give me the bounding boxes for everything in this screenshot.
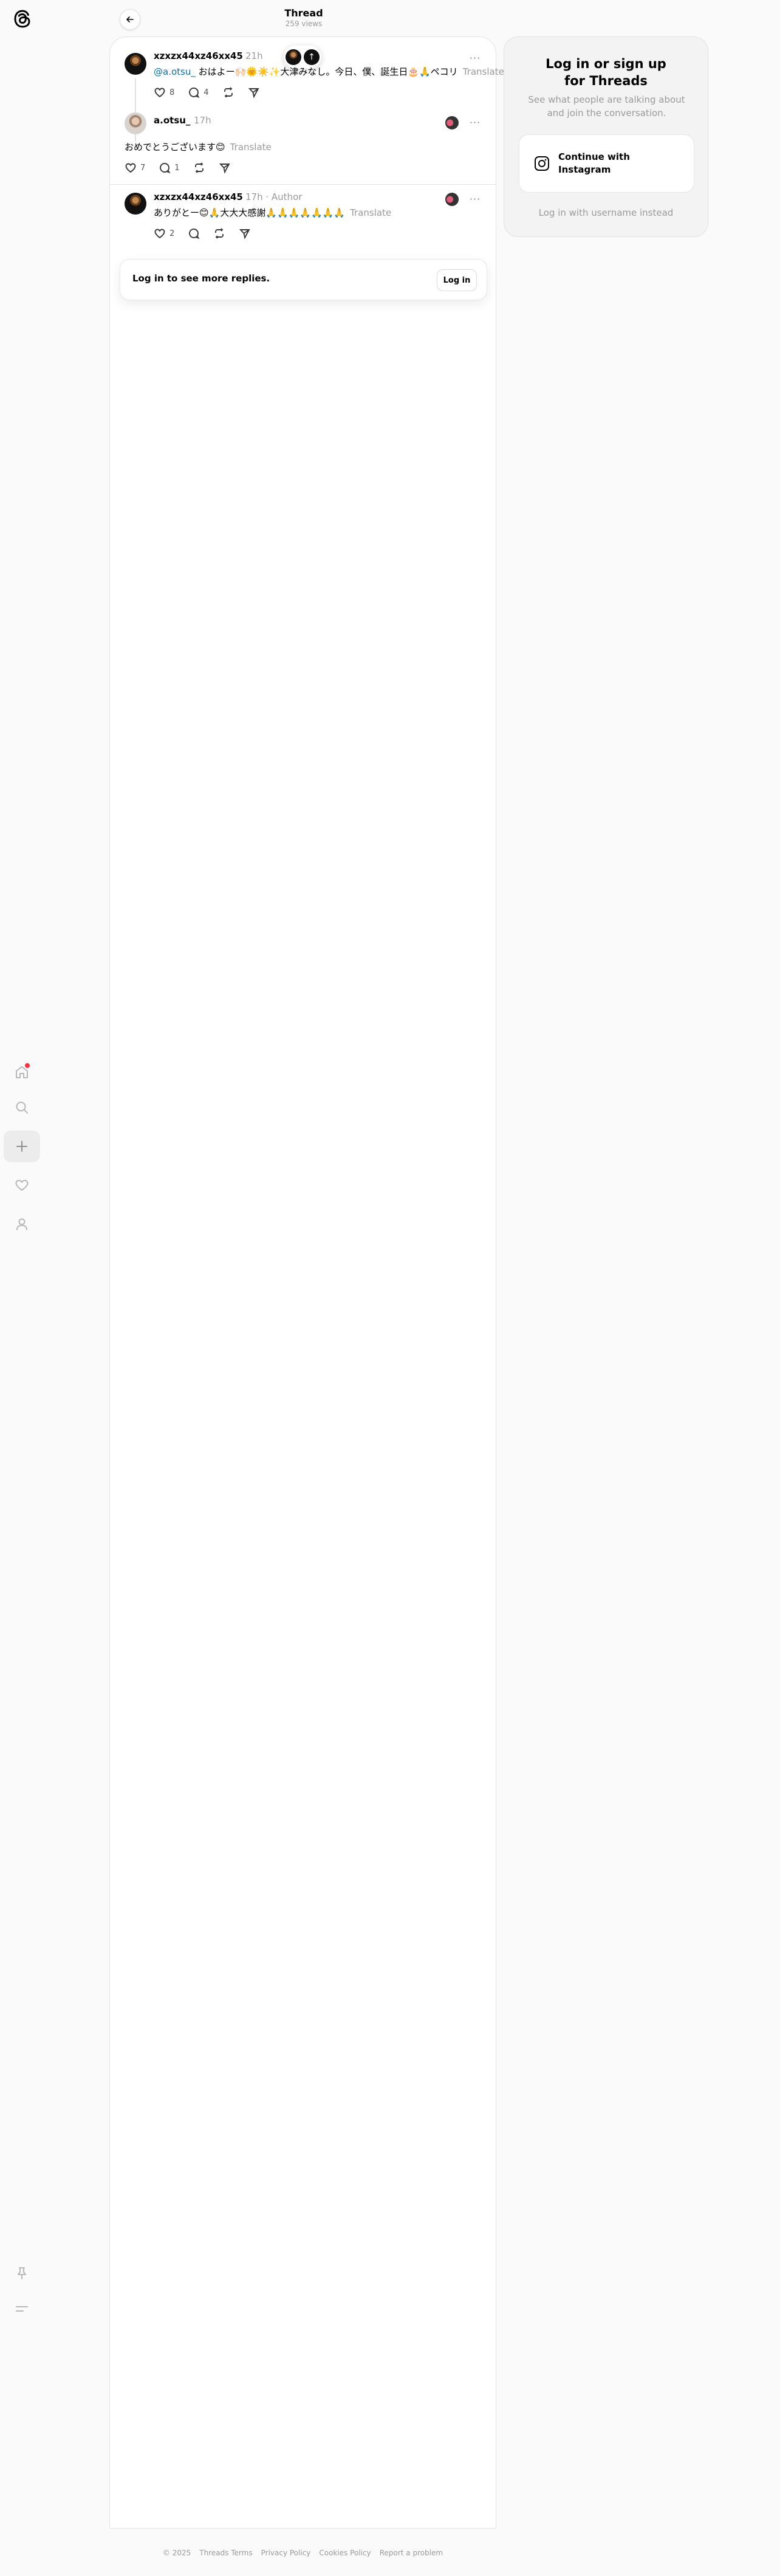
translate-link[interactable]: Translate xyxy=(350,207,391,218)
heart-icon xyxy=(15,1180,29,1191)
footer-link-report[interactable]: Report a problem xyxy=(380,2549,443,2557)
footer-link-privacy[interactable]: Privacy Policy xyxy=(261,2549,311,2557)
like-button[interactable]: 7 xyxy=(121,159,149,177)
arrow-up-icon: ↑ xyxy=(304,49,320,65)
post-time-value: 17h xyxy=(245,191,263,202)
repost-button[interactable] xyxy=(190,159,209,177)
nav-activity-button[interactable] xyxy=(4,1169,40,1201)
post-username[interactable]: xzxzx44xz46xx45 xyxy=(154,50,243,61)
share-button[interactable] xyxy=(244,83,264,102)
nav-menu-button[interactable] xyxy=(4,2293,40,2324)
send-icon xyxy=(219,164,230,174)
more-options-button[interactable]: ··· xyxy=(468,52,482,64)
avatar[interactable] xyxy=(125,53,146,75)
profile-icon xyxy=(16,1218,27,1230)
notification-dot xyxy=(25,1063,30,1068)
post-username[interactable]: xzxzx44xz46xx45 xyxy=(154,191,243,202)
like-button[interactable]: 8 xyxy=(150,83,178,102)
post-username[interactable]: a.otsu_ xyxy=(154,115,190,126)
like-button[interactable]: 2 xyxy=(150,224,178,243)
avatar xyxy=(286,49,301,65)
avatar[interactable] xyxy=(125,193,146,215)
login-side-panel: Log in or sign up for Threads See what p… xyxy=(504,36,708,237)
post-body: @a.otsu_ おはよー🙌🏻🌞☀️✨大津みなし。今日、僕、誕生日🎂🙏ペコリ Tr… xyxy=(154,65,504,78)
repost-icon xyxy=(224,87,233,98)
more-options-button[interactable]: ··· xyxy=(468,193,482,205)
post-text: おめでとうございます😊 xyxy=(125,142,225,153)
translate-link[interactable]: Translate xyxy=(230,142,272,153)
create-icon xyxy=(16,1141,27,1152)
like-count: 7 xyxy=(140,163,146,173)
page-title: Thread xyxy=(284,7,323,19)
reply-button[interactable]: 1 xyxy=(155,159,183,177)
heart-icon xyxy=(125,163,136,173)
avatar[interactable] xyxy=(125,112,146,134)
continue-with-instagram-button[interactable]: Continue with Instagram xyxy=(519,134,694,193)
post-actions: 2 xyxy=(150,224,255,243)
view-count: 259 views xyxy=(285,19,323,28)
nav-create-button[interactable] xyxy=(4,1131,40,1162)
thread-column: xzxzx44xz46xx45 21h ↑ ··· @a.otsu_ おはよー🙌… xyxy=(109,36,504,2529)
nav-profile-button[interactable] xyxy=(4,1208,40,1240)
reply-button[interactable] xyxy=(184,224,204,243)
heart-icon xyxy=(154,88,165,98)
like-count: 2 xyxy=(169,229,175,238)
repost-button[interactable] xyxy=(219,83,238,102)
comment-icon xyxy=(160,163,171,174)
post-body: おめでとうございます😊 Translate xyxy=(125,140,272,153)
login-button[interactable]: Log in xyxy=(437,269,477,291)
post-text: ありがとー😊🙏大大大感謝🙏🙏🙏🙏🙏🙏🙏 xyxy=(154,207,346,218)
side-panel-title: Log in or sign up for Threads xyxy=(504,55,708,89)
post-time: 21h xyxy=(245,50,263,61)
login-prompt-card: Log in to see more replies. Log in xyxy=(120,259,487,300)
repost-icon xyxy=(215,228,224,239)
post-actions: 8 4 xyxy=(150,83,264,102)
nav-pin-button[interactable] xyxy=(4,2257,40,2289)
avatar xyxy=(445,116,459,129)
avatar xyxy=(445,193,459,206)
send-icon xyxy=(239,229,250,239)
send-icon xyxy=(248,88,259,98)
login-with-username-link[interactable]: Log in with username instead xyxy=(504,207,708,218)
footer: © 2025 Threads Terms Privacy Policy Cook… xyxy=(109,2549,496,2557)
menu-icon xyxy=(16,2306,28,2312)
footer-link-terms[interactable]: Threads Terms xyxy=(199,2549,252,2557)
nav-home-button[interactable] xyxy=(4,1056,40,1088)
post-time: 17h xyxy=(194,115,211,126)
repost-button[interactable] xyxy=(210,224,229,243)
back-button[interactable] xyxy=(120,9,140,30)
translate-link[interactable]: Translate xyxy=(463,66,504,77)
post-text: おはよー🙌🏻🌞☀️✨大津みなし。今日、僕、誕生日🎂🙏ペコリ xyxy=(195,66,458,77)
side-panel-title-text: Log in or sign up for Threads xyxy=(546,57,666,88)
post-time: 17h · Author xyxy=(245,191,303,202)
heart-icon xyxy=(154,229,165,239)
footer-copyright: © 2025 xyxy=(162,2549,191,2557)
share-button[interactable] xyxy=(235,224,255,243)
more-options-button[interactable]: ··· xyxy=(468,116,482,128)
side-panel-subtitle: See what people are talking about and jo… xyxy=(528,94,685,119)
login-prompt-text: Log in to see more replies. xyxy=(132,273,270,284)
author-badge: Author xyxy=(271,191,303,202)
instagram-button-label: Continue with Instagram xyxy=(558,151,630,175)
mention-link[interactable]: @a.otsu_ xyxy=(154,66,196,77)
share-button[interactable] xyxy=(215,159,234,177)
reply-count: 1 xyxy=(174,163,180,173)
nav-search-button[interactable] xyxy=(4,1092,40,1123)
arrow-left-icon xyxy=(126,16,134,22)
reply-button[interactable]: 4 xyxy=(184,83,212,102)
reply-count: 4 xyxy=(204,88,209,97)
search-icon xyxy=(16,1101,28,1114)
like-count: 8 xyxy=(169,88,175,97)
post-actions: 7 1 xyxy=(121,159,234,177)
repost-icon xyxy=(194,162,204,173)
divider xyxy=(110,184,496,185)
pin-icon xyxy=(18,2267,26,2279)
threads-logo-icon[interactable] xyxy=(11,7,34,30)
post-body: ありがとー😊🙏大大大感謝🙏🙏🙏🙏🙏🙏🙏 Translate xyxy=(154,206,391,219)
instagram-icon xyxy=(535,156,549,171)
footer-link-cookies[interactable]: Cookies Policy xyxy=(319,2549,371,2557)
comment-icon xyxy=(189,88,200,98)
comment-icon xyxy=(189,229,200,239)
